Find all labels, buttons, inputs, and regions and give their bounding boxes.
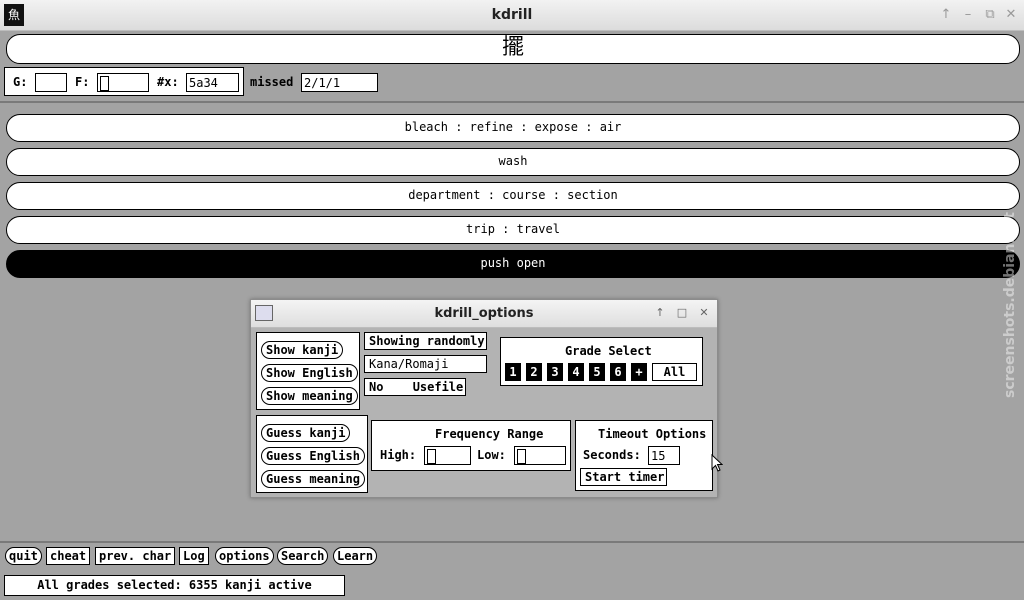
low-input[interactable] [514, 446, 566, 465]
show-kanji-button[interactable]: Show kanji [261, 341, 344, 359]
choice-button-5[interactable]: push open [6, 250, 1020, 278]
cheat-button[interactable]: cheat [46, 547, 91, 565]
search-button[interactable]: Search [277, 547, 329, 565]
frequency-input[interactable] [97, 73, 149, 92]
frequency-label: F: [75, 75, 90, 89]
grade-label: G: [13, 75, 28, 89]
prev-char-button[interactable]: prev. char [95, 547, 176, 565]
dialog-titlebar[interactable]: kdrill_options ↑ □ ✕ [251, 300, 717, 328]
index-label: #x: [157, 75, 179, 89]
close-icon[interactable]: ✕ [697, 306, 711, 320]
arrow-up-icon[interactable]: ↑ [938, 7, 954, 23]
usefile-state: No [369, 380, 384, 394]
minimize-icon[interactable]: – [960, 7, 976, 23]
top-pane: 擺 G: F: #x: 5a34 missed 2/1/1 [0, 31, 1024, 101]
grade-1-button[interactable]: 1 [505, 363, 521, 381]
bottom-separator [0, 541, 1024, 543]
missed-label: missed [250, 75, 294, 89]
show-group: Show kanji Show English Show meaning [256, 332, 360, 410]
grade-all-button[interactable]: All [652, 363, 697, 381]
high-label: High: [380, 448, 417, 462]
choice-button-2[interactable]: wash [6, 148, 1020, 176]
usefile-label: Usefile [412, 380, 464, 394]
status-bar: All grades selected: 6355 kanji active [4, 575, 345, 596]
missed-field: 2/1/1 [301, 73, 378, 92]
arrow-up-icon[interactable]: ↑ [653, 306, 667, 320]
showing-order-toggle[interactable]: Showing randomly [364, 332, 487, 350]
usefile-toggle[interactable]: No Usefile [364, 378, 466, 396]
grade-6-button[interactable]: 6 [610, 363, 626, 381]
mouse-cursor-icon [711, 454, 723, 472]
grade-5-button[interactable]: 5 [589, 363, 605, 381]
grade-4-button[interactable]: 4 [568, 363, 584, 381]
low-label: Low: [477, 448, 506, 462]
guess-english-button[interactable]: Guess English [261, 447, 365, 465]
text-cursor [517, 449, 526, 464]
grade-plus-button[interactable]: + [631, 363, 647, 381]
grade-2-button[interactable]: 2 [526, 363, 542, 381]
choice-button-1[interactable]: bleach : refine : expose : air [6, 114, 1020, 142]
high-input[interactable] [424, 446, 471, 465]
kanji-display[interactable]: 擺 [6, 34, 1020, 64]
log-button[interactable]: Log [179, 547, 209, 565]
timeout-group: Timeout Options Seconds: 15 Start timer [575, 420, 713, 491]
window-title: kdrill [491, 7, 533, 23]
search-box: G: F: #x: 5a34 [4, 67, 244, 96]
seconds-input[interactable]: 15 [648, 446, 680, 465]
guess-kanji-button[interactable]: Guess kanji [261, 424, 351, 442]
quit-button[interactable]: quit [5, 547, 42, 565]
index-input[interactable]: 5a34 [186, 73, 239, 92]
options-dialog: kdrill_options ↑ □ ✕ Show kanji Show Eng… [250, 299, 718, 498]
grade-select-title: Grade Select [565, 344, 652, 358]
guess-meaning-button[interactable]: Guess meaning [261, 470, 365, 488]
reading-mode-toggle[interactable]: Kana/Romaji [364, 355, 487, 373]
frequency-range-group: Frequency Range High: Low: [371, 420, 571, 471]
grade-3-button[interactable]: 3 [547, 363, 563, 381]
window-titlebar[interactable]: 魚 kdrill ↑ – ⧉ ✕ [0, 0, 1024, 31]
start-timer-button[interactable]: Start timer [580, 468, 667, 486]
frequency-range-title: Frequency Range [435, 427, 544, 441]
choice-button-4[interactable]: trip : travel [6, 216, 1020, 244]
close-icon[interactable]: ✕ [1003, 7, 1019, 23]
dialog-title: kdrill_options [434, 306, 534, 321]
choice-button-3[interactable]: department : course : section [6, 182, 1020, 210]
maximize-icon[interactable]: □ [675, 306, 689, 320]
pane-separator [0, 101, 1024, 103]
timeout-title: Timeout Options [598, 427, 707, 441]
restore-icon[interactable]: ⧉ [982, 7, 998, 23]
text-cursor [100, 76, 109, 91]
grade-select-group: Grade Select 1 2 3 4 5 6 + All [500, 337, 703, 386]
grade-input[interactable] [35, 73, 67, 92]
options-button[interactable]: options [215, 547, 274, 565]
show-meaning-button[interactable]: Show meaning [261, 387, 358, 405]
learn-button[interactable]: Learn [333, 547, 378, 565]
watermark-text: screenshots.debian.net [1002, 212, 1018, 398]
guess-group: Guess kanji Guess English Guess meaning [256, 415, 368, 493]
show-english-button[interactable]: Show English [261, 364, 358, 382]
seconds-label: Seconds: [583, 448, 641, 462]
text-cursor [427, 449, 436, 464]
